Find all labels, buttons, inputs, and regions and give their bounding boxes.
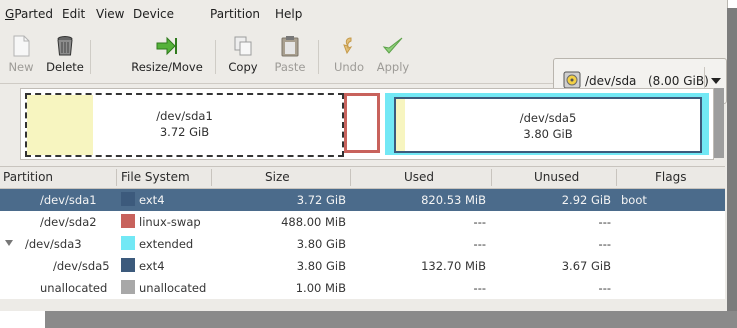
tree-expander-icon[interactable] — [5, 240, 13, 246]
filesystem-color-swatch — [121, 280, 135, 294]
menu-device[interactable]: Device — [133, 7, 174, 21]
filesystem-color-swatch — [121, 214, 135, 228]
filesystem-color-swatch — [121, 192, 135, 206]
menu-gparted-rest: Parted — [14, 7, 54, 21]
paste-label: Paste — [274, 60, 306, 74]
gparted-window: GParted Edit View Device Partition Help … — [0, 0, 728, 311]
table-row[interactable]: /dev/sda2 linux-swap 488.00 MiB --- --- — [0, 211, 725, 233]
cell-used: --- — [473, 237, 486, 251]
filesystem-color-swatch — [121, 258, 135, 272]
new-button[interactable]: New — [2, 30, 40, 80]
partition-block-name: /dev/sda1 — [156, 109, 213, 123]
device-selector-device: /dev/sda — [585, 74, 637, 88]
cell-flags: boot — [621, 193, 647, 207]
menu-edit[interactable]: Edit — [62, 7, 85, 21]
copy-label: Copy — [228, 60, 258, 74]
partition-block-sda5[interactable]: /dev/sda5 3.80 GiB — [394, 97, 702, 153]
column-filesystem[interactable]: File System — [121, 170, 190, 184]
cell-partition: /dev/sda2 — [40, 215, 97, 229]
column-separator — [616, 169, 617, 186]
cell-size: 1.00 MiB — [295, 281, 346, 295]
cell-partition: /dev/sda1 — [40, 193, 97, 207]
partition-map-scrollbar[interactable] — [714, 88, 724, 158]
table-row[interactable]: /dev/sda5 ext4 3.80 GiB 132.70 MiB 3.67 … — [0, 255, 725, 277]
toolbar-separator — [215, 40, 216, 74]
cell-partition: /dev/sda3 — [25, 237, 82, 251]
undo-button[interactable]: Undo — [329, 30, 369, 80]
cell-used: --- — [473, 281, 486, 295]
menu-partition[interactable]: Partition — [210, 7, 260, 21]
undo-label: Undo — [333, 60, 365, 74]
cell-filesystem: ext4 — [139, 259, 165, 273]
partition-block-size: 3.80 GiB — [523, 127, 573, 141]
menu-gparted[interactable]: GParted — [5, 7, 53, 21]
cell-unused: --- — [598, 215, 611, 229]
new-document-icon — [13, 35, 30, 57]
resize-move-button[interactable]: Resize/Move — [127, 30, 207, 80]
toolbar-separator — [90, 40, 91, 74]
partition-block-sda1[interactable]: /dev/sda1 3.72 GiB — [25, 93, 344, 157]
partition-block-sda2[interactable] — [344, 93, 380, 153]
column-separator — [350, 169, 351, 186]
cell-size: 488.00 MiB — [281, 215, 346, 229]
partition-map: /dev/sda1 3.72 GiB /dev/sda5 3.80 GiB — [20, 88, 714, 160]
paste-clipboard-icon — [281, 36, 299, 57]
apply-button[interactable]: Apply — [373, 30, 413, 80]
column-partition[interactable]: Partition — [3, 170, 53, 184]
new-label: New — [8, 60, 34, 74]
undo-icon — [343, 37, 353, 55]
resize-arrow-icon — [156, 36, 177, 56]
partition-table-header: Partition File System Size Used Unused F… — [0, 166, 725, 189]
table-row[interactable]: /dev/sda1 ext4 3.72 GiB 820.53 MiB 2.92 … — [0, 189, 725, 211]
window-shadow — [727, 8, 737, 328]
cell-partition: unallocated — [40, 281, 108, 295]
partition-block-name: /dev/sda5 — [519, 111, 577, 125]
menu-bar: GParted Edit View Device Partition Help — [0, 0, 727, 29]
menu-help[interactable]: Help — [275, 7, 302, 21]
cell-size: 3.80 GiB — [296, 237, 346, 251]
column-flags[interactable]: Flags — [655, 170, 686, 184]
trash-icon — [57, 36, 73, 56]
window-shadow — [45, 311, 737, 328]
cell-size: 3.72 GiB — [296, 193, 346, 207]
cell-unused: 3.67 GiB — [561, 259, 611, 273]
column-separator — [491, 169, 492, 186]
cell-used: --- — [473, 215, 486, 229]
cell-filesystem: unallocated — [139, 281, 207, 295]
device-selector-size: (8.00 GiB) — [648, 74, 709, 88]
cell-unused: 2.92 GiB — [561, 193, 611, 207]
column-separator — [211, 169, 212, 186]
used-space-fill — [396, 99, 406, 151]
column-unused[interactable]: Unused — [534, 170, 579, 184]
copy-button[interactable]: Copy — [224, 30, 262, 80]
resize-move-label: Resize/Move — [131, 60, 203, 74]
cell-filesystem: ext4 — [139, 193, 165, 207]
partition-block-size: 3.72 GiB — [159, 125, 210, 139]
table-row[interactable]: unallocated unallocated 1.00 MiB --- --- — [0, 277, 725, 299]
hard-disk-icon — [563, 71, 581, 89]
cell-size: 3.80 GiB — [296, 259, 346, 273]
copy-icon — [234, 36, 252, 56]
chevron-down-icon — [711, 78, 721, 84]
cell-unused: --- — [598, 281, 611, 295]
delete-button[interactable]: Delete — [44, 30, 86, 80]
cell-unused: --- — [598, 237, 611, 251]
cell-filesystem: linux-swap — [139, 215, 201, 229]
cell-used: 820.53 MiB — [421, 193, 486, 207]
apply-label: Apply — [376, 60, 410, 74]
column-separator — [116, 169, 117, 186]
table-row[interactable]: /dev/sda3 extended 3.80 GiB --- --- — [0, 233, 725, 255]
menu-view[interactable]: View — [96, 7, 124, 21]
delete-label: Delete — [46, 60, 84, 74]
paste-button[interactable]: Paste — [270, 30, 310, 80]
toolbar: New Delete Resize/Move Copy Paste Undo A… — [0, 28, 727, 104]
cell-filesystem: extended — [139, 237, 194, 251]
column-size[interactable]: Size — [265, 170, 290, 184]
cell-partition: /dev/sda5 — [53, 259, 110, 273]
cell-used: 132.70 MiB — [421, 259, 486, 273]
checkmark-icon — [382, 37, 403, 54]
filesystem-color-swatch — [121, 236, 135, 250]
column-used[interactable]: Used — [404, 170, 434, 184]
toolbar-separator — [318, 40, 319, 74]
